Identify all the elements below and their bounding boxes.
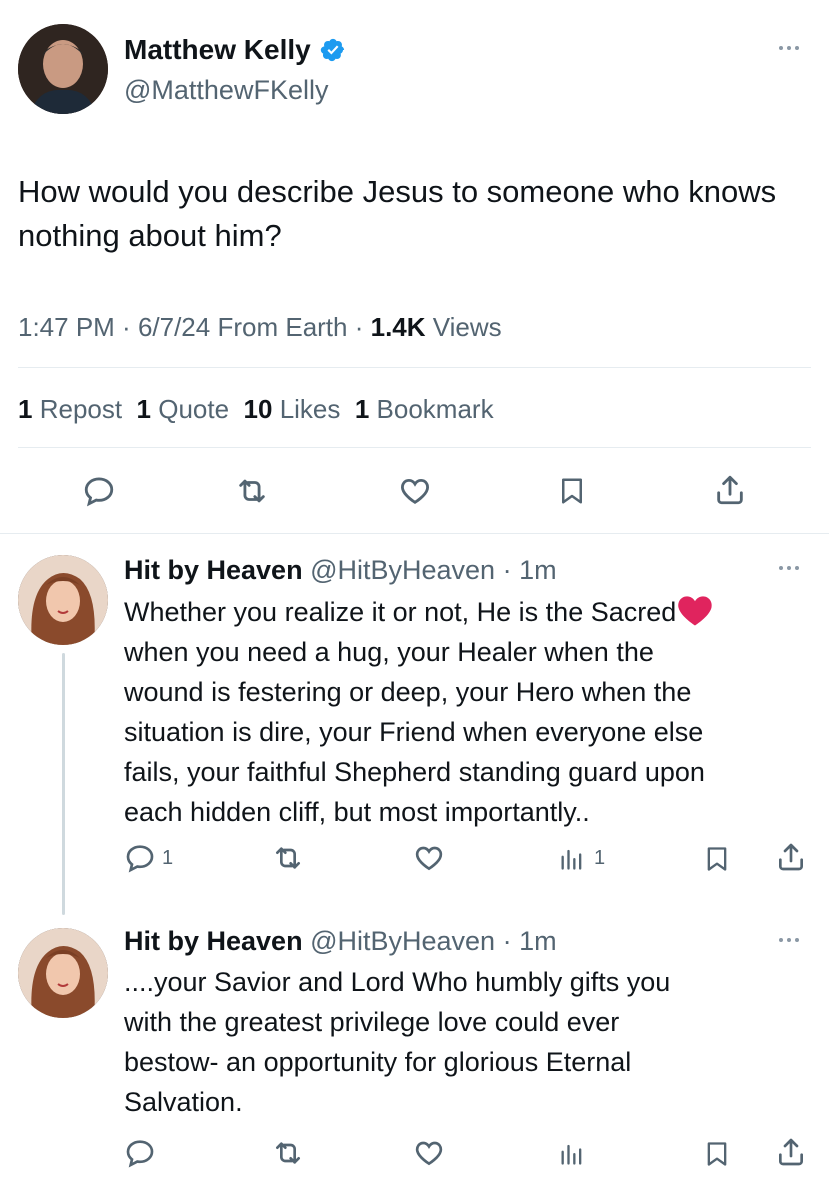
- tweet-meta: 1:47 PM · 6/7/24 From Earth · 1.4K Views: [18, 312, 502, 342]
- tweet-stats: 1 Repost 1 Quote 10 Likes 1 Bookmark: [18, 392, 494, 426]
- author-avatar[interactable]: [18, 24, 108, 114]
- verified-badge-icon: [320, 37, 346, 63]
- more-icon[interactable]: [779, 938, 799, 942]
- bookmarks-stat[interactable]: 1 Bookmark: [355, 394, 494, 424]
- like-icon[interactable]: [412, 842, 446, 874]
- reply-author-handle[interactable]: @HitByHeaven: [310, 555, 495, 585]
- more-icon[interactable]: [779, 566, 799, 570]
- reply-text: ....your Savior and Lord Who humbly gift…: [124, 967, 671, 1117]
- tweet-text: How would you describe Jesus to someone …: [18, 174, 777, 253]
- reply-text: Whether you realize it or not, He is the…: [124, 592, 824, 832]
- tweet-time[interactable]: 1:47 PM: [18, 312, 115, 342]
- reply-author-name[interactable]: Hit by Heaven: [124, 926, 303, 956]
- reply-action-reply[interactable]: 1: [124, 842, 173, 874]
- thread-connector: [62, 653, 65, 915]
- views-label: Views: [432, 312, 502, 342]
- more-icon[interactable]: [779, 46, 799, 50]
- reply-author-name[interactable]: Hit by Heaven: [124, 555, 303, 585]
- repost-icon[interactable]: [233, 474, 271, 508]
- like-icon[interactable]: [397, 474, 433, 508]
- quotes-stat[interactable]: 1 Quote: [137, 394, 230, 424]
- bookmark-icon[interactable]: [703, 1138, 731, 1170]
- share-icon[interactable]: [775, 840, 807, 874]
- reply-time[interactable]: 1m: [519, 926, 557, 956]
- views-icon: [558, 842, 586, 874]
- repost-icon[interactable]: [270, 1137, 306, 1169]
- views-count: 1.4K: [370, 312, 426, 342]
- reply-icon: [124, 842, 156, 874]
- author-name[interactable]: Matthew Kelly: [124, 32, 346, 68]
- reply-header: Hit by Heaven @HitByHeaven · 1m: [124, 555, 557, 585]
- reply-icon[interactable]: [124, 1137, 156, 1169]
- views-icon[interactable]: [558, 1137, 586, 1169]
- reply-avatar[interactable]: [18, 928, 108, 1018]
- bookmark-icon[interactable]: [703, 843, 731, 875]
- tweet-source: From Earth: [217, 312, 348, 342]
- reply-header: Hit by Heaven @HitByHeaven · 1m: [124, 926, 557, 956]
- share-icon[interactable]: [775, 1135, 807, 1169]
- views-count: 1: [594, 846, 606, 869]
- reply-count: 1: [162, 846, 174, 869]
- reply-time[interactable]: 1m: [519, 555, 557, 585]
- likes-stat[interactable]: 10 Likes: [244, 394, 341, 424]
- reply-action-views[interactable]: 1: [558, 842, 605, 874]
- reply-author-handle[interactable]: @HitByHeaven: [310, 926, 495, 956]
- author-handle[interactable]: @MatthewFKelly: [124, 72, 328, 108]
- reposts-stat[interactable]: 1 Repost: [18, 394, 122, 424]
- bookmark-icon[interactable]: [557, 474, 587, 508]
- reply-icon[interactable]: [82, 474, 116, 508]
- share-icon[interactable]: [713, 472, 747, 508]
- reply-avatar[interactable]: [18, 555, 108, 645]
- heart-emoji-icon: [676, 593, 714, 627]
- tweet-date[interactable]: 6/7/24: [138, 312, 210, 342]
- repost-icon[interactable]: [270, 842, 306, 874]
- like-icon[interactable]: [412, 1137, 446, 1169]
